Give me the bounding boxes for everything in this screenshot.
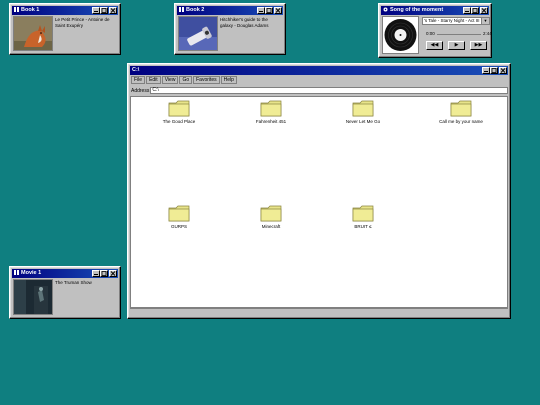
close-button[interactable] xyxy=(274,7,282,14)
folder-icon xyxy=(352,205,374,222)
folder-label: Fahrenheit 451 xyxy=(255,119,287,124)
rewind-button[interactable]: ◀◀ xyxy=(426,41,443,50)
close-button[interactable] xyxy=(109,7,117,14)
book1-cover-image xyxy=(13,16,53,51)
folder-label: Call me by your name xyxy=(439,119,483,124)
song-titlebar[interactable]: Song of the moment xyxy=(381,6,489,15)
folder-item[interactable]: Fahrenheit 451 xyxy=(236,100,306,125)
movie1-text: The Truman Show xyxy=(55,280,92,285)
song-select[interactable]: 's Tale - Starry Night - Act III ▼ xyxy=(422,17,490,25)
folder-icon xyxy=(168,205,190,222)
folder-icon xyxy=(450,100,472,117)
address-value: C:\ xyxy=(152,87,159,93)
time-current: 0:00 xyxy=(426,31,435,36)
folder-item[interactable]: The Good Place xyxy=(144,100,214,125)
menu-favorites[interactable]: Favorites xyxy=(193,76,220,84)
folder-label: GURPS xyxy=(170,224,187,229)
folder-icon xyxy=(260,100,282,117)
folder-view: The Good Place Fahrenheit 451 Never Let … xyxy=(130,96,508,308)
progress-track[interactable] xyxy=(437,34,481,35)
book2-title: Book 2 xyxy=(186,7,205,13)
book2-cover-image xyxy=(178,16,218,51)
folder-label: Never Let Me Go xyxy=(345,119,381,124)
folder-icon xyxy=(260,205,282,222)
explorer-title: C:\ xyxy=(132,67,140,73)
folder-icon xyxy=(352,100,374,117)
minimize-button[interactable] xyxy=(482,67,490,74)
explorer-window: C:\ File Edit View Go Favorites Help Add… xyxy=(127,63,511,319)
folder-label: The Good Place xyxy=(162,119,196,124)
menu-go[interactable]: Go xyxy=(179,76,193,84)
close-button[interactable] xyxy=(499,67,507,74)
close-button[interactable] xyxy=(109,270,117,277)
folder-item[interactable]: Never Let Me Go xyxy=(328,100,398,125)
book1-window: Book 1 Le Petit Prince - Antoine de Sain… xyxy=(9,3,121,55)
status-bar xyxy=(130,308,508,316)
menu-file[interactable]: File xyxy=(131,76,146,84)
book2-text: Hitchhiker's guide to the galaxy - Dougl… xyxy=(220,17,269,28)
chevron-down-icon[interactable]: ▼ xyxy=(481,18,489,24)
folder-label: BRUIT ≤ xyxy=(354,224,372,229)
close-button[interactable] xyxy=(480,7,488,14)
book1-text: Le Petit Prince - Antoine de Saint Exupé… xyxy=(55,17,110,28)
movie1-window: Movie 1 The Truman Show xyxy=(9,266,121,319)
song-select-value: 's Tale - Starry Night - Act III xyxy=(424,18,480,23)
book2-window: Book 2 Hitchhiker's guide to the galaxy … xyxy=(174,3,286,55)
movie1-poster-image xyxy=(13,279,53,315)
address-bar: Address C:\ xyxy=(130,86,508,95)
menu-edit[interactable]: Edit xyxy=(146,76,161,84)
maximize-button[interactable] xyxy=(100,270,108,277)
minimize-button[interactable] xyxy=(92,270,100,277)
book2-titlebar[interactable]: Book 2 xyxy=(177,6,283,15)
song-window: Song of the moment 's Tale - Starry Nigh… xyxy=(378,3,492,58)
address-input[interactable]: C:\ xyxy=(150,87,508,94)
movie1-titlebar[interactable]: Movie 1 xyxy=(12,269,118,278)
book1-titlebar[interactable]: Book 1 xyxy=(12,6,118,15)
maximize-button[interactable] xyxy=(471,7,479,14)
maximize-button[interactable] xyxy=(490,67,498,74)
menu-bar: File Edit View Go Favorites Help xyxy=(130,76,508,85)
forward-button[interactable]: ▶▶ xyxy=(470,41,487,50)
folder-item[interactable]: Minecraft xyxy=(236,205,306,230)
movie1-title: Movie 1 xyxy=(21,270,42,276)
maximize-button[interactable] xyxy=(100,7,108,14)
maximize-button[interactable] xyxy=(265,7,273,14)
song-title: Song of the moment xyxy=(390,7,444,13)
folder-icon xyxy=(168,100,190,117)
menu-view[interactable]: View xyxy=(161,76,179,84)
window-icon xyxy=(14,6,19,12)
address-label: Address xyxy=(131,87,150,94)
play-icon: ▶ xyxy=(454,42,459,48)
minimize-button[interactable] xyxy=(92,7,100,14)
vinyl-disc-icon xyxy=(382,16,419,54)
minimize-button[interactable] xyxy=(463,7,471,14)
folder-label: Minecraft xyxy=(261,224,281,229)
window-icon xyxy=(14,269,19,275)
minimize-button[interactable] xyxy=(257,7,265,14)
rewind-icon: ◀◀ xyxy=(430,42,439,48)
explorer-titlebar[interactable]: C:\ xyxy=(130,66,508,75)
music-icon xyxy=(383,7,388,12)
window-icon xyxy=(179,6,184,12)
book1-title: Book 1 xyxy=(21,7,40,13)
forward-icon: ▶▶ xyxy=(474,42,483,48)
folder-item[interactable]: BRUIT ≤ xyxy=(328,205,398,230)
folder-item[interactable]: Call me by your name xyxy=(426,100,496,125)
play-button[interactable]: ▶ xyxy=(448,41,465,50)
folder-item[interactable]: GURPS xyxy=(144,205,214,230)
time-total: 2:44 xyxy=(483,31,492,36)
menu-help[interactable]: Help xyxy=(220,76,237,84)
